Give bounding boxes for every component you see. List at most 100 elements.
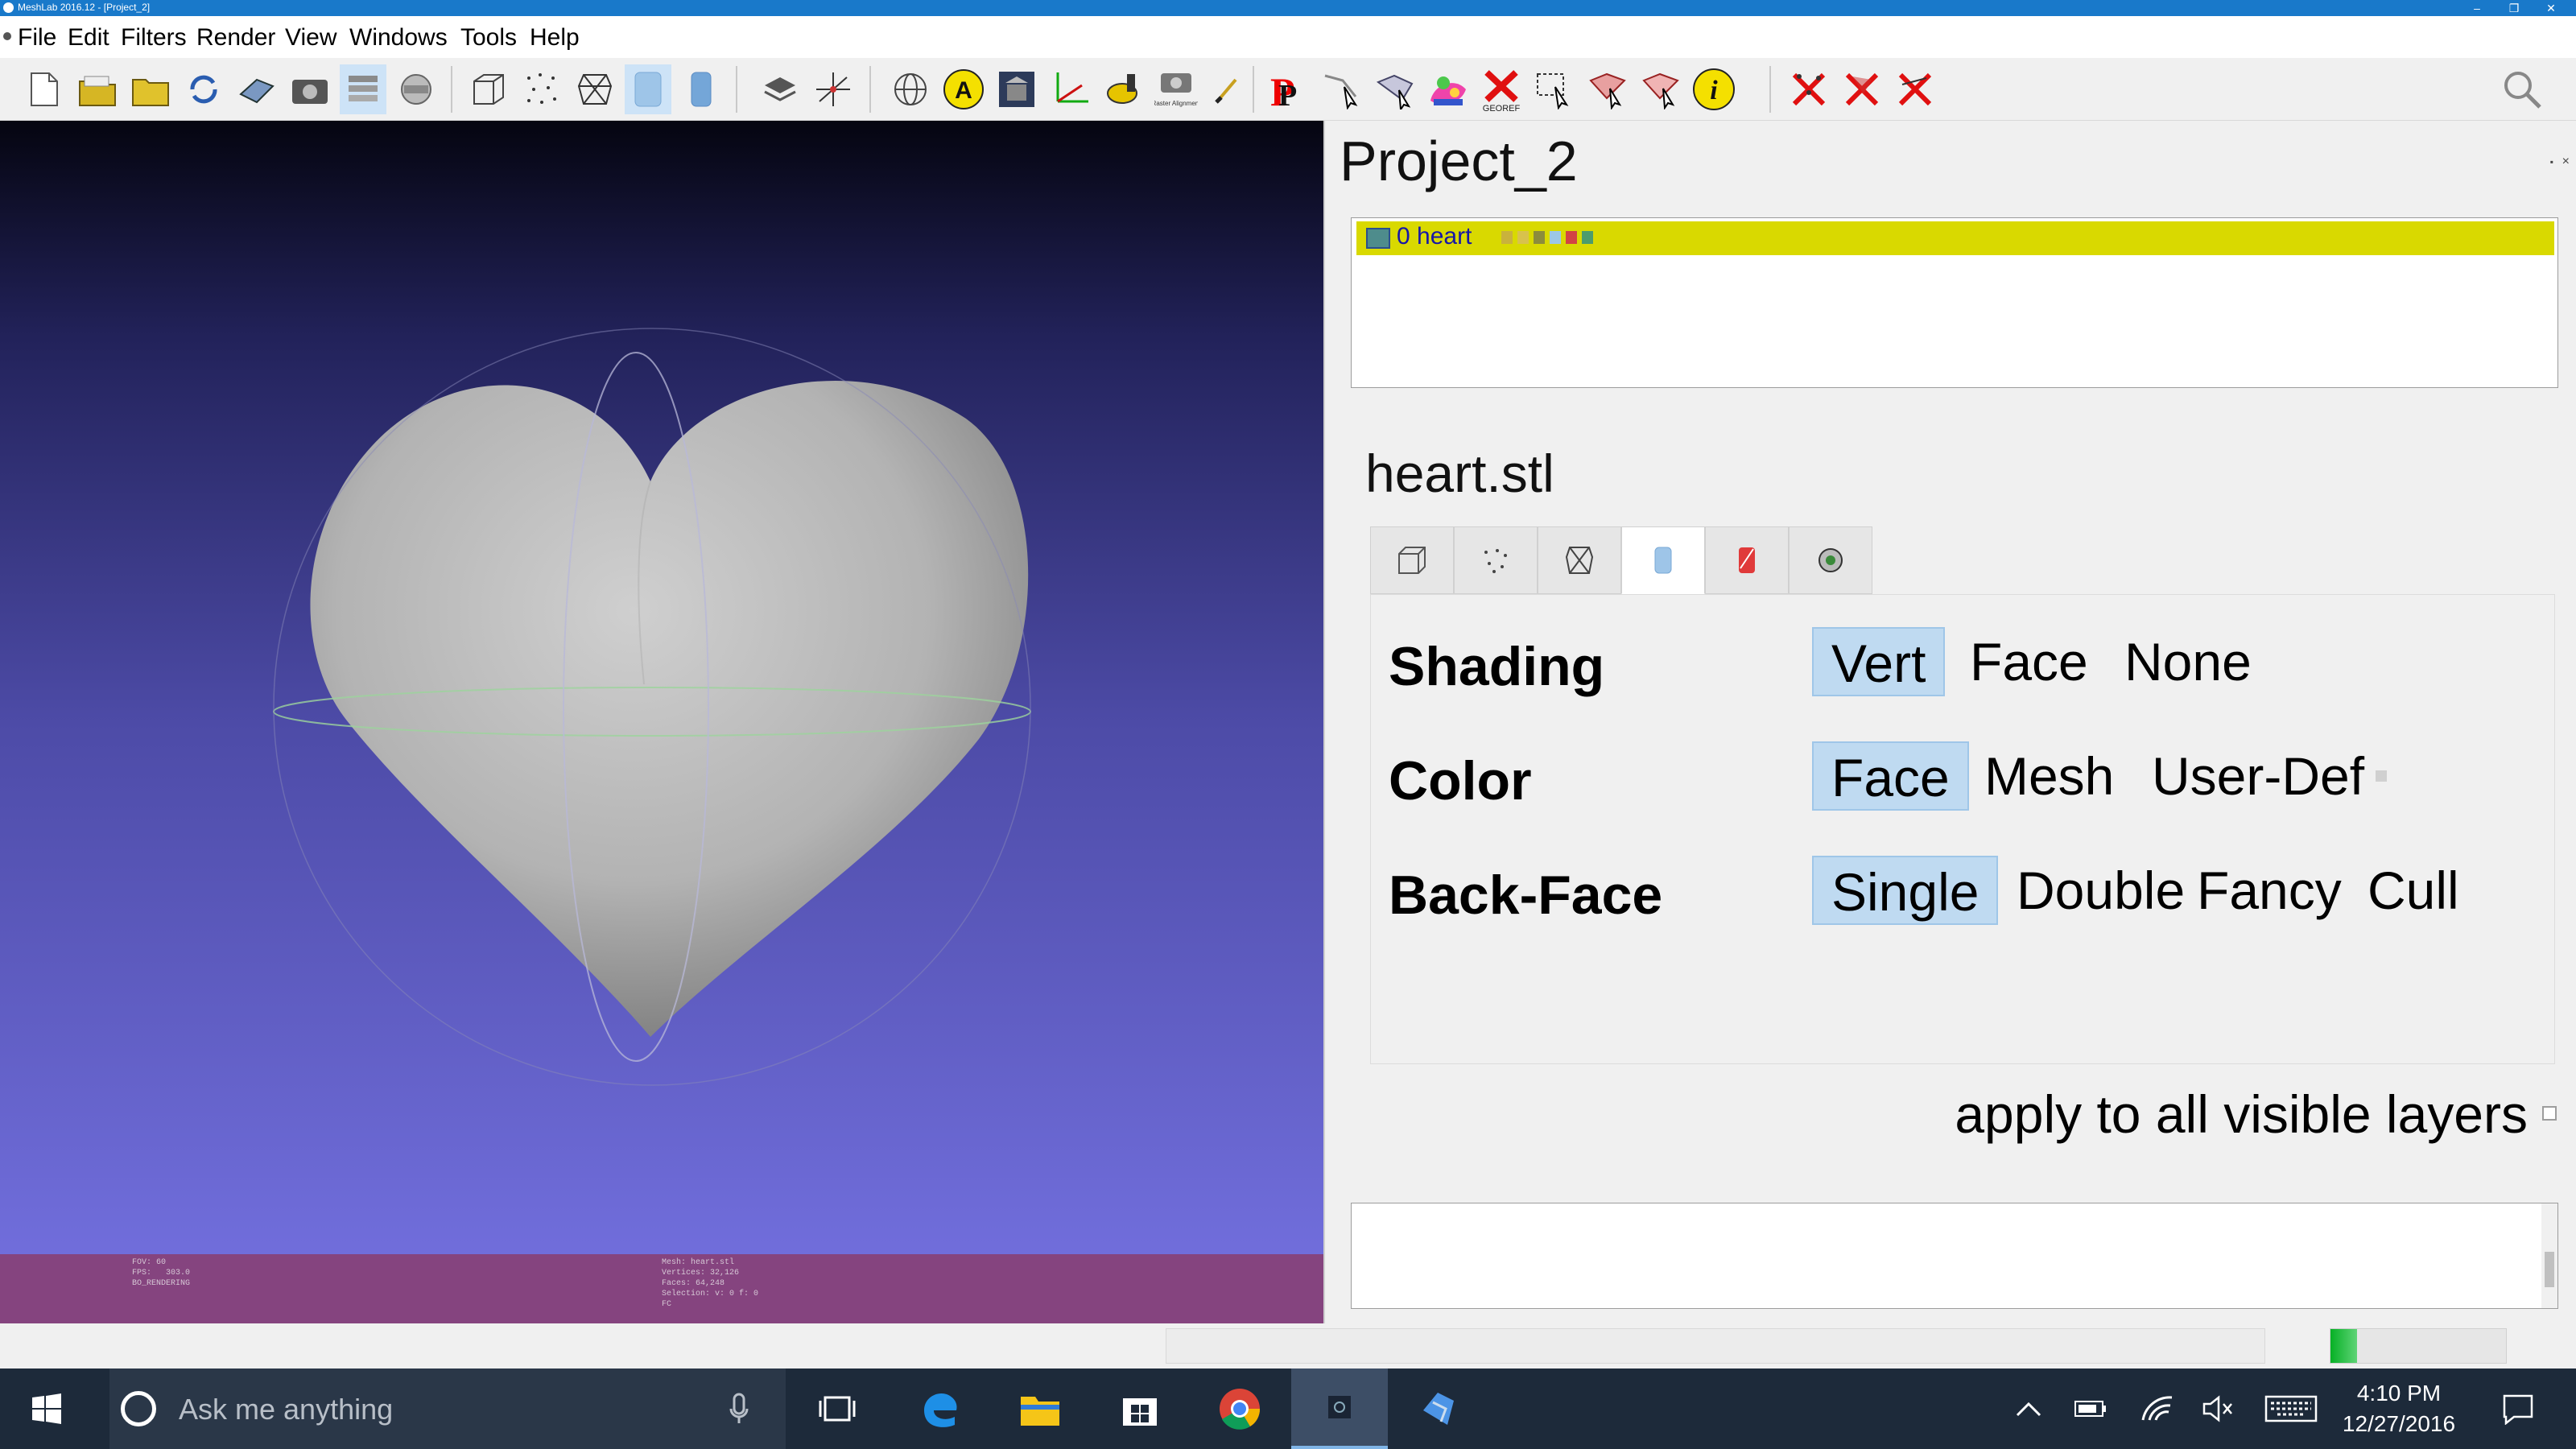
chrome-icon xyxy=(1220,1389,1261,1430)
measure-tool-icon[interactable] xyxy=(1100,64,1146,114)
lighting-icon[interactable] xyxy=(757,64,803,114)
system-clock[interactable]: 4:10 PM 12/27/2016 xyxy=(2318,1378,2479,1439)
menu-render[interactable]: Render xyxy=(196,24,275,52)
new-project-icon[interactable] xyxy=(21,64,68,114)
color-userdef-button[interactable]: User-Def xyxy=(2134,741,2382,811)
tab-wireframe[interactable] xyxy=(1538,526,1621,594)
battery-button[interactable] xyxy=(2067,1368,2116,1449)
layer-name[interactable]: 0 heart xyxy=(1397,223,1472,250)
menu-edit[interactable]: Edit xyxy=(68,24,109,52)
store-button[interactable] xyxy=(1104,1368,1175,1449)
museum-icon[interactable] xyxy=(993,64,1040,114)
axis-icon[interactable] xyxy=(810,64,857,114)
color-mesh-button[interactable]: Mesh xyxy=(1967,741,2132,811)
backface-double-button[interactable]: Double xyxy=(1999,856,2202,925)
layer-visibility-icon[interactable] xyxy=(1366,228,1390,249)
annotation-icon[interactable]: A xyxy=(940,64,987,114)
pick-points-icon[interactable]: PP xyxy=(1265,64,1312,114)
layer-dialog-icon[interactable] xyxy=(340,64,386,114)
raster-alignment-icon[interactable]: Raster Alignment xyxy=(1153,64,1199,114)
volume-button[interactable] xyxy=(2194,1368,2243,1449)
menu-file[interactable]: File xyxy=(18,24,56,52)
layer-row[interactable]: 0 heart xyxy=(1356,221,2554,255)
menu-filters[interactable]: Filters xyxy=(121,24,187,52)
raster-alignment-label: Raster Alignment xyxy=(1154,100,1198,107)
wireframe-mode-icon[interactable] xyxy=(572,64,618,114)
touch-keyboard-button[interactable] xyxy=(2259,1368,2323,1449)
show-hidden-icons-button[interactable] xyxy=(2004,1368,2053,1449)
3d-viewport[interactable]: FOV: 60 FPS: 303.0 BO_RENDERING Mesh: he… xyxy=(0,121,1325,1323)
shading-vert-button[interactable]: Vert xyxy=(1812,627,1946,696)
menu-windows[interactable]: Windows xyxy=(349,24,448,52)
select-faces-rect-icon[interactable] xyxy=(1531,64,1578,114)
delete-selected-faces-icon[interactable] xyxy=(1839,64,1885,114)
edge-browser-button[interactable] xyxy=(905,1368,976,1449)
reload-icon[interactable] xyxy=(180,64,227,114)
menu-view[interactable]: View xyxy=(285,24,336,52)
backface-cull-button[interactable]: Cull xyxy=(2350,856,2477,925)
apply-all-layers-checkbox[interactable] xyxy=(2542,1106,2557,1121)
tab-misc[interactable] xyxy=(1789,526,1872,594)
smooth-mode-icon[interactable] xyxy=(678,64,724,114)
cortana-search-box[interactable]: Ask me anything xyxy=(109,1368,786,1449)
vertex-painting-icon[interactable] xyxy=(1425,64,1472,114)
tab-solid[interactable] xyxy=(1621,526,1705,594)
tab-points[interactable] xyxy=(1454,526,1538,594)
flat-mode-icon[interactable] xyxy=(625,64,671,114)
start-button[interactable] xyxy=(0,1368,93,1449)
chevron-up-icon xyxy=(2016,1402,2041,1417)
georef-icon[interactable]: GEOREF xyxy=(1478,64,1525,114)
shading-face-button[interactable]: Face xyxy=(1952,627,2106,696)
log-area[interactable] xyxy=(1351,1203,2558,1309)
heart-mesh[interactable] xyxy=(310,380,1029,1038)
network-button[interactable] xyxy=(2133,1368,2182,1449)
paint-brush-icon[interactable] xyxy=(1206,64,1253,114)
select-vertices-icon[interactable] xyxy=(1637,64,1684,114)
float-panel-icon[interactable]: ▪ xyxy=(2550,156,2553,167)
status-bar xyxy=(0,1323,2576,1368)
menu-help[interactable]: Help xyxy=(530,24,580,52)
chrome-button[interactable] xyxy=(1204,1368,1275,1449)
delete-selected-vertices-icon[interactable] xyxy=(1785,64,1832,114)
bbox-mode-icon[interactable] xyxy=(465,64,512,114)
shading-none-button[interactable]: None xyxy=(2107,627,2269,696)
select-faces-icon[interactable] xyxy=(1584,64,1631,114)
select-vertex-icon[interactable] xyxy=(1319,64,1365,114)
raster-layer-icon[interactable] xyxy=(393,64,440,114)
delete-faces-vertices-icon[interactable] xyxy=(1892,64,1938,114)
select-connected-icon[interactable] xyxy=(1372,64,1418,114)
user-color-swatch[interactable] xyxy=(2376,770,2387,782)
snapshot-icon[interactable] xyxy=(287,64,333,114)
minimize-button[interactable]: – xyxy=(2458,0,2496,16)
log-scroll-thumb[interactable] xyxy=(2545,1252,2554,1287)
backface-single-button[interactable]: Single xyxy=(1812,856,1999,925)
meshlab-taskbar-button[interactable] xyxy=(1291,1368,1388,1449)
file-explorer-button[interactable] xyxy=(1005,1368,1075,1449)
tab-bbox[interactable] xyxy=(1370,526,1454,594)
trackball-icon[interactable] xyxy=(887,64,934,114)
close-panel-icon[interactable]: × xyxy=(2562,155,2570,169)
menu-tools[interactable]: Tools xyxy=(460,24,517,52)
import-mesh-icon[interactable] xyxy=(127,64,174,114)
task-view-button[interactable] xyxy=(802,1368,873,1449)
backface-label: Back-Face xyxy=(1389,865,1663,926)
shading-label: Shading xyxy=(1389,636,1605,697)
meshlab-app-icon xyxy=(3,2,14,13)
close-button[interactable]: ✕ xyxy=(2533,0,2570,16)
export-mesh-icon[interactable] xyxy=(233,64,280,114)
action-center-button[interactable] xyxy=(2486,1368,2550,1449)
points-mode-icon[interactable] xyxy=(518,64,565,114)
system-menu-icon[interactable] xyxy=(3,32,11,40)
microphone-icon[interactable] xyxy=(729,1393,749,1425)
window-title-bar: MeshLab 2016.12 - [Project_2] – ❐ ✕ xyxy=(0,0,2576,16)
search-toolbar-icon[interactable] xyxy=(2499,64,2545,114)
tab-texture[interactable] xyxy=(1705,526,1789,594)
blue-app-button[interactable] xyxy=(1404,1368,1475,1449)
open-project-icon[interactable] xyxy=(74,64,121,114)
maximize-button[interactable]: ❐ xyxy=(2496,0,2533,16)
backface-fancy-button[interactable]: Fancy xyxy=(2179,856,2359,925)
info-icon[interactable]: i xyxy=(1690,64,1737,114)
color-face-button[interactable]: Face xyxy=(1812,741,1969,811)
measure-axes-icon[interactable] xyxy=(1046,64,1093,114)
log-scrollbar[interactable] xyxy=(2541,1203,2557,1308)
